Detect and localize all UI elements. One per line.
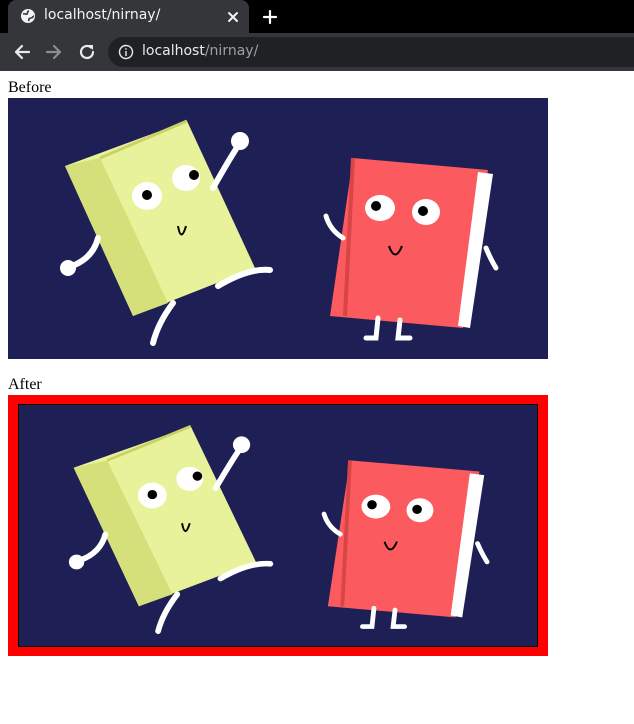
tab-title: localhost/nirnay/ [44,7,161,23]
red-book [323,157,499,341]
reload-icon[interactable] [76,41,98,63]
after-label: After [8,376,42,393]
tab-strip: localhost/nirnay/ [0,0,634,33]
page-content: Before After [0,71,634,724]
browser-toolbar: localhost/nirnay/ [0,33,634,71]
after-image-border [8,395,548,656]
plus-icon[interactable] [260,7,280,27]
red-book [321,460,490,629]
globe-icon [21,9,35,23]
address-text: localhost/nirnay/ [142,43,258,59]
address-host: localhost [142,43,205,59]
back-arrow-icon[interactable] [11,41,33,63]
forward-arrow-icon[interactable] [43,41,65,63]
before-label: Before [8,79,52,96]
browser-tab[interactable]: localhost/nirnay/ [8,0,249,33]
after-illustration [18,404,538,647]
address-path: /nirnay/ [204,43,259,59]
close-icon[interactable] [225,9,241,25]
info-icon[interactable] [118,44,134,60]
before-illustration [8,98,548,359]
address-bar[interactable]: localhost/nirnay/ [108,37,634,67]
